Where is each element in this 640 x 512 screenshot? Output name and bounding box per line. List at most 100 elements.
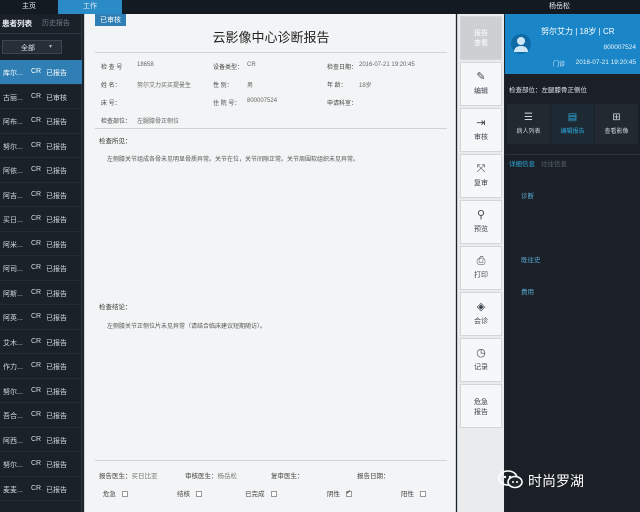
check-urgent[interactable]: 危急 [103,488,128,498]
patient-row[interactable]: 艾木... CR 已报告 [0,330,82,354]
age-label: 年 龄： [327,83,347,89]
checkbox[interactable] [196,491,202,498]
checkbox-checked[interactable] [346,489,352,498]
tab-patient-list[interactable]: 患者列表 [2,18,32,29]
record-button[interactable]: ◷ 记录 [460,338,502,382]
check-nodule[interactable]: 结核 [177,488,202,498]
report-view-label-2: 查看 [474,40,488,47]
patient-row-name: 买日... [3,217,23,224]
checkbox[interactable] [420,491,426,498]
preview-button[interactable]: ⚲ 预览 [460,200,502,244]
watermark: 时尚罗湖 [498,468,638,492]
patient-row-modality: CR [31,117,42,124]
check-urgent-label: 危急 [103,491,116,498]
patient-row-name: 阿司... [3,266,23,273]
patient-row-modality: CR [31,435,42,443]
conclusion-text[interactable]: 左侧膝关节正侧位片未见异常（请结合临床建议短期随访）。 [107,321,266,330]
patient-row-modality: CR [31,264,42,271]
patient-row-modality: CR [31,92,42,100]
patient-list: 库尔... CR 已报告 古丽... CR 已审核 阿布... CR 已报告 努尔... CR 已报告… [0,60,82,501]
patient-info-panel: 努尔艾力 | 18岁 | CR 800007524 门诊 2016-07-21 … [505,14,640,512]
report-view-label-1: 报告 [474,30,488,37]
check-done[interactable]: 已完成 [245,488,277,498]
patient-row-name: 作力... [3,364,23,371]
patient-row-name: 阿斯... [3,290,23,298]
divider [95,128,447,129]
patient-row-name: 努尔... [3,388,23,396]
edit-button[interactable]: ✎ 编辑 [460,62,502,106]
findings-text[interactable]: 左侧膝关节组成各骨未见明显骨质异常。关节在位，关节间隙正常。关节周围软组织未见异… [107,154,359,163]
patient-row[interactable]: 麦麦... CR 已报告 [0,477,82,501]
name-value: 努尔艾力买买提曼生 [137,83,192,89]
report-document: 已审核 云影像中心诊断报告 检 查 号 18658 设备类型： CR 检查日期：… [84,14,456,512]
section-fees[interactable]: 费用 [521,286,534,296]
conclusion-label: 检查结论： [99,304,132,311]
patient-row[interactable]: 古丽... CR 已审核 [0,85,82,109]
patient-row[interactable]: 阿司... CR 已报告 [0,256,82,281]
tab-details[interactable]: 详细信息 [509,158,535,168]
patient-row-name: 古丽... [3,94,23,102]
patient-row-modality: CR [31,411,42,418]
patient-row[interactable]: 吾合... CR 已报告 [0,403,82,428]
patient-row[interactable]: 努尔... CR 已报告 [0,379,82,403]
divider [95,52,447,53]
tab-edit-report-label: 编辑报告 [560,129,585,135]
checkbox[interactable] [122,491,128,498]
audit-doctor-label: 审核医生： [185,473,218,480]
exam-no-label: 检 查 号 [101,65,123,71]
patient-row[interactable]: 阿斯... CR 已报告 [0,281,82,305]
patient-row[interactable]: 阿英... CR 已报告 [0,305,82,330]
checkbox[interactable] [270,491,277,498]
audit-button[interactable]: ⇥ 审核 [460,108,502,152]
tab-patient-list-view[interactable]: ☰ 病人列表 [507,104,550,144]
patient-row-name: 阿米... [3,241,23,249]
consult-button[interactable]: ◈ 会诊 [460,292,502,336]
device-value: CR [247,62,256,68]
urgent-report-button[interactable]: 危急 报告 [460,384,502,428]
report-view-button[interactable]: 报告 查看 [460,16,502,60]
tab-history-reports[interactable]: 历史报告 [42,18,70,28]
current-user[interactable]: 杨岳松 [549,0,570,14]
patient-row-name: 阿吉... [3,192,23,200]
visit-type: 门诊 [553,62,566,68]
patient-row[interactable]: 作力... CR 已报告 [0,354,82,379]
patient-row[interactable]: 阿西... CR 已报告 [0,428,82,452]
patient-row-name: 努尔... [3,462,23,469]
urgent-label-1: 危急 [474,399,488,406]
patient-row[interactable]: 库尔... CR 已报告 [0,60,82,85]
patient-row[interactable]: 买日... CR 已报告 [0,207,82,232]
audit-doctor-value: 杨岳松 [217,473,238,480]
findings-label: 检查所见： [99,138,132,145]
patient-row[interactable]: 阿米... CR 已报告 [0,232,82,256]
site-value: 左腿膝骨正侧位 [137,119,180,125]
report-doctor-value: 买日比亚 [131,473,158,480]
check-negative[interactable]: 阴性 [327,488,352,498]
recheck-button[interactable]: ⤧ 复审 [460,154,502,198]
tab-view-image[interactable]: ⊞ 查看影像 [595,104,638,144]
section-diagnosis[interactable]: 诊断 [521,190,534,200]
patient-row[interactable]: 阿吉... CR 已报告 [0,183,82,207]
consult-label: 会诊 [474,318,488,325]
patient-row-status: 已报告 [46,143,67,151]
patient-name: 努尔艾力 | 18岁 | CR [541,27,615,36]
avatar [511,34,531,54]
patient-row[interactable]: 阿布... CR 已报告 [0,109,82,134]
patient-row[interactable]: 阿依... CR 已报告 [0,158,82,183]
patient-id: 800007524 [603,44,636,51]
action-toolbar: 报告 查看 ✎ 编辑 ⇥ 审核 ⤧ 复审 ⚲ 预览 ⎙ 打印 ◈ 会诊 ◷ 记录… [457,14,504,512]
tab-work[interactable]: 工作 [58,0,122,14]
tab-history-info[interactable]: 过往信息 [541,158,567,168]
patient-row-status: 已报告 [46,70,67,77]
section-medical-history[interactable]: 既往史 [521,254,541,264]
status-filter-value: 全部 [21,45,35,52]
print-button[interactable]: ⎙ 打印 [460,246,502,290]
patient-row[interactable]: 努尔... CR 已报告 [0,134,82,158]
patient-row[interactable]: 努尔... CR 已报告 [0,452,82,477]
tab-main[interactable]: 主页 [0,0,58,14]
patient-row-status: 已报告 [46,486,67,494]
record-label: 记录 [474,364,488,371]
check-positive[interactable]: 阳性 [401,488,426,498]
status-filter-select[interactable]: 全部 ▾ [2,40,62,54]
tab-edit-report[interactable]: ▤ 编辑报告 [551,104,594,144]
wechat-logo-icon [498,470,523,489]
